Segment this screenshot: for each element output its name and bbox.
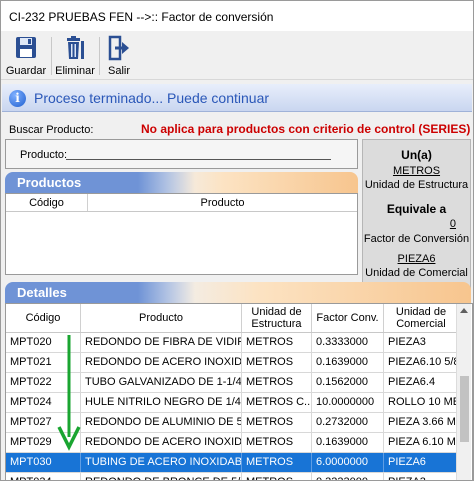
col-unidad-comercial[interactable]: Unidad de Comercial bbox=[384, 304, 458, 332]
equivalent-header: Equivale a bbox=[386, 202, 447, 216]
row-unidad-estructura: METROS C... bbox=[242, 393, 312, 412]
toolbar-separator bbox=[99, 37, 100, 75]
row-codigo: MPT034 bbox=[6, 473, 81, 480]
detalles-grid[interactable]: Código Producto Unidad de Estructura Fac… bbox=[5, 303, 473, 480]
row-codigo: MPT027 bbox=[6, 413, 81, 432]
row-unidad-comercial: PIEZA3 bbox=[388, 336, 426, 348]
productos-grid[interactable]: Código Producto bbox=[5, 193, 358, 275]
structure-unit-caption: Unidad de Estructura bbox=[364, 179, 469, 191]
scroll-up-arrow-icon[interactable] bbox=[460, 308, 468, 313]
table-row[interactable]: MPT029 REDONDO DE ACERO INOXIDA... METROS 0… bbox=[6, 433, 458, 453]
row-producto: TUBO GALVANIZADO DE 1-1/4" bbox=[81, 373, 242, 392]
product-search-input[interactable] bbox=[66, 159, 331, 160]
exit-icon bbox=[105, 35, 133, 61]
row-producto: REDONDO DE ACERO INOXIDA... bbox=[81, 353, 242, 372]
exit-label: Salir bbox=[107, 65, 130, 77]
row-producto: REDONDO DE FIBRA DE VIDIR... bbox=[81, 333, 242, 352]
row-unidad-comercial: PIEZA3 bbox=[384, 473, 458, 480]
row-producto: REDONDO DE ALUMINIO DE 5/8" bbox=[81, 413, 242, 432]
col-factor-conv[interactable]: Factor Conv. bbox=[312, 304, 384, 332]
delete-label: Eliminar bbox=[55, 65, 95, 77]
row-unidad-estructura: METROS bbox=[242, 353, 312, 372]
factor-caption: Factor de Conversión bbox=[363, 233, 470, 245]
row-unidad-comercial: PIEZA 3.66 MTS bbox=[388, 416, 458, 428]
row-factor-conv: 0.1562000 bbox=[312, 373, 384, 392]
row-unidad-comercial: PIEZA6.4 bbox=[388, 376, 436, 388]
save-label: Guardar bbox=[5, 65, 47, 77]
delete-button[interactable]: Eliminar bbox=[54, 35, 96, 78]
product-field-label: Producto: bbox=[20, 149, 68, 161]
unit-header: Un(a) bbox=[401, 148, 432, 162]
productos-grid-header: Código Producto bbox=[6, 194, 357, 212]
toolbar-separator bbox=[51, 37, 52, 75]
row-unidad-estructura: METROS bbox=[242, 453, 312, 472]
status-bar: i Proceso terminado... Puede continuar bbox=[2, 84, 472, 112]
detalles-grid-header: Código Producto Unidad de Estructura Fac… bbox=[6, 304, 458, 333]
col-codigo[interactable]: Código bbox=[6, 304, 81, 332]
table-row-selected[interactable]: MPT030 TUBING DE ACERO INOXIDABL... METROS… bbox=[6, 453, 458, 473]
detalles-scrollbar[interactable] bbox=[456, 304, 471, 480]
scroll-thumb[interactable] bbox=[460, 376, 469, 442]
app-window: CI-232 PRUEBAS FEN -->:: Factor de conve… bbox=[0, 0, 474, 481]
row-codigo: MPT029 bbox=[6, 433, 81, 452]
row-factor-conv: 0.3333000 bbox=[312, 333, 384, 352]
row-unidad-comercial: ROLLO 10 METR... bbox=[388, 396, 458, 408]
col-codigo[interactable]: Código bbox=[6, 194, 88, 211]
info-icon: i bbox=[9, 90, 26, 107]
col-unidad-estructura[interactable]: Unidad de Estructura bbox=[242, 304, 312, 332]
row-codigo: MPT024 bbox=[6, 393, 81, 412]
table-row[interactable]: MPT022 TUBO GALVANIZADO DE 1-1/4" METROS 0.… bbox=[6, 373, 458, 393]
table-row[interactable]: MPT024 HULE NITRILO NEGRO DE 1/4"... METRO… bbox=[6, 393, 458, 413]
row-factor-conv: 10.0000000 bbox=[312, 393, 384, 412]
row-unidad-estructura: METROS bbox=[242, 373, 312, 392]
row-codigo: MPT021 bbox=[6, 353, 81, 372]
row-producto: HULE NITRILO NEGRO DE 1/4"... bbox=[81, 393, 242, 412]
structure-unit-value: METROS bbox=[392, 165, 441, 177]
productos-title: Productos bbox=[17, 175, 82, 190]
detalles-section-header: Detalles bbox=[5, 282, 471, 304]
row-codigo: MPT020 bbox=[6, 333, 81, 352]
factor-value: 0 bbox=[449, 218, 456, 230]
row-unidad-estructura: METROS bbox=[242, 333, 312, 352]
row-producto: REDONDO DE ACERO INOXIDA... bbox=[81, 433, 242, 452]
trash-icon bbox=[61, 35, 89, 61]
table-row[interactable]: MPT034REDONDO DE BRONCE DE 5/8"METROS0.3… bbox=[6, 473, 458, 480]
row-codigo: MPT030 bbox=[6, 453, 81, 472]
search-product-label: Buscar Producto: bbox=[9, 124, 94, 136]
status-message: Proceso terminado... Puede continuar bbox=[34, 90, 270, 106]
row-factor-conv: 6.0000000 bbox=[312, 453, 384, 472]
table-row[interactable]: MPT021 REDONDO DE ACERO INOXIDA... METROS 0… bbox=[6, 353, 458, 373]
commercial-unit-caption: Unidad de Comercial bbox=[365, 267, 468, 279]
series-warning: No aplica para productos con criterio de… bbox=[141, 122, 471, 136]
window-title: CI-232 PRUEBAS FEN -->:: Factor de conve… bbox=[9, 10, 274, 24]
save-icon bbox=[12, 35, 40, 61]
table-row[interactable]: MPT027 REDONDO DE ALUMINIO DE 5/8" METROS 0… bbox=[6, 413, 458, 433]
row-unidad-comercial: PIEZA 6.10 MTS bbox=[388, 436, 458, 448]
row-factor-conv: 0.1639000 bbox=[312, 353, 384, 372]
detalles-title: Detalles bbox=[17, 285, 67, 300]
row-factor-conv: 0.2732000 bbox=[312, 413, 384, 432]
productos-section-header: Productos bbox=[5, 172, 358, 194]
row-unidad-comercial: PIEZA6 bbox=[388, 456, 426, 468]
row-unidad-estructura: METROS bbox=[242, 433, 312, 452]
title-bar: CI-232 PRUEBAS FEN -->:: Factor de conve… bbox=[1, 1, 473, 31]
table-row[interactable]: MPT020 REDONDO DE FIBRA DE VIDIR... METROS… bbox=[6, 333, 458, 353]
product-search-box: Producto: bbox=[5, 139, 358, 169]
conversion-panel: Un(a) METROS Unidad de Estructura Equiva… bbox=[362, 139, 471, 296]
row-unidad-estructura: METROS bbox=[242, 413, 312, 432]
col-producto[interactable]: Producto bbox=[88, 194, 357, 211]
row-codigo: MPT022 bbox=[6, 373, 81, 392]
row-factor-conv: 0.1639000 bbox=[312, 433, 384, 452]
toolbar: Guardar Eliminar Salir bbox=[1, 31, 473, 80]
save-button[interactable]: Guardar bbox=[5, 35, 47, 78]
exit-button[interactable]: Salir bbox=[102, 35, 136, 78]
col-producto[interactable]: Producto bbox=[81, 304, 242, 332]
row-producto: REDONDO DE BRONCE DE 5/8" bbox=[81, 473, 242, 480]
row-factor-conv: 0.3333000 bbox=[312, 473, 384, 480]
commercial-unit-value: PIEZA6 bbox=[397, 253, 436, 265]
row-unidad-comercial: PIEZA6.10 5/8" bbox=[388, 356, 458, 368]
row-unidad-estructura: METROS bbox=[242, 473, 312, 480]
row-producto: TUBING DE ACERO INOXIDABL... bbox=[81, 453, 242, 472]
